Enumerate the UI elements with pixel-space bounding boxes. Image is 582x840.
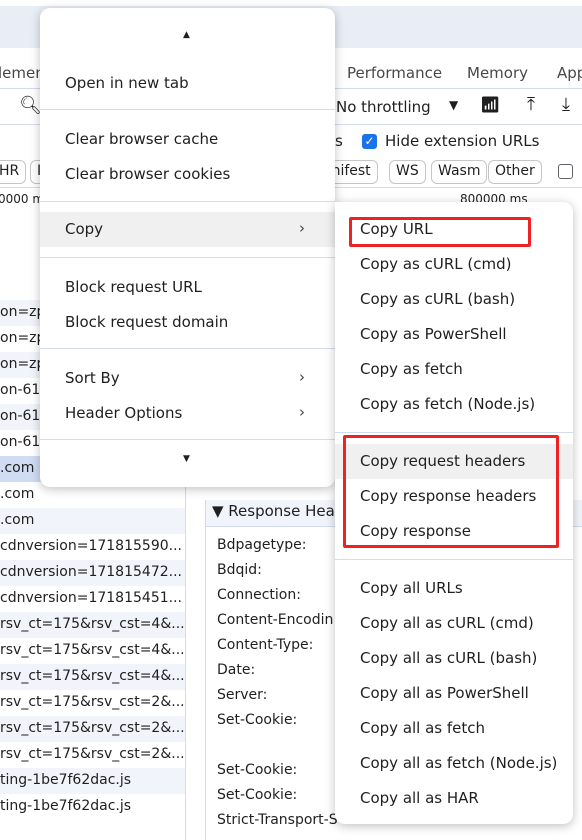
separator xyxy=(40,201,335,202)
request-row[interactable]: cdnversion=171815472... xyxy=(0,560,185,586)
throttling-select[interactable]: No throttling xyxy=(336,98,431,116)
copy-submenu: Copy URL Copy as cURL (cmd) Copy as cURL (… xyxy=(335,202,573,824)
tab-memory[interactable]: Memory xyxy=(467,64,528,82)
separator xyxy=(40,348,335,349)
chevron-right-icon: › xyxy=(299,403,305,421)
chevron-right-icon: › xyxy=(299,219,305,237)
chevron-down-icon[interactable]: ▼ xyxy=(449,98,458,112)
menu-clear-cache[interactable]: Clear browser cache xyxy=(40,122,335,157)
header-name: Server: xyxy=(217,687,268,703)
header-name: Strict-Transport-S xyxy=(217,812,338,828)
network-conditions-icon[interactable]: 📶︎ xyxy=(480,95,500,114)
header-name: Set-Cookie: xyxy=(217,712,298,728)
header-name: Date: xyxy=(217,662,256,678)
header-name: Content-Encodin xyxy=(217,612,334,628)
submenu-item[interactable]: Copy as PowerShell xyxy=(335,317,573,352)
menu-sort-by-label: Sort By xyxy=(65,369,120,387)
menu-copy-label: Copy xyxy=(65,220,104,238)
header-name: Bdqid: xyxy=(217,562,262,578)
submenu-item[interactable]: Copy all as fetch (Node.js) xyxy=(335,746,573,781)
request-row[interactable]: rsv_ct=175&rsv_cst=2&... xyxy=(0,690,185,716)
submenu-item[interactable]: Copy as fetch (Node.js) xyxy=(335,387,573,422)
request-row[interactable]: ting-1be7f62dac.js xyxy=(0,768,185,794)
tab-application[interactable]: App xyxy=(557,64,582,82)
header-name: Content-Type: xyxy=(217,637,314,653)
scroll-down-icon[interactable]: ▼ xyxy=(183,454,190,464)
highlight-box xyxy=(349,217,531,247)
hide-extension-urls-checkbox[interactable]: ✓ xyxy=(362,134,377,149)
highlight-box xyxy=(343,435,559,548)
separator xyxy=(40,257,335,258)
submenu-item[interactable]: Copy all as cURL (bash) xyxy=(335,641,573,676)
submenu-item[interactable]: Copy all as HAR xyxy=(335,781,573,816)
request-row[interactable]: ting-1be7f62dac.js xyxy=(0,794,185,820)
context-menu: ▲ Open in new tab Clear browser cache Cl… xyxy=(40,8,335,487)
header-name: Set-Cookie: xyxy=(217,762,298,778)
filter-label: s xyxy=(335,132,343,150)
download-icon[interactable]: ⤓ xyxy=(562,94,570,115)
menu-copy[interactable]: Copy › xyxy=(40,212,335,247)
timeline-label: 0000 m xyxy=(0,192,45,206)
scroll-up-icon[interactable]: ▲ xyxy=(183,30,190,40)
separator xyxy=(40,439,335,440)
menu-open-new-tab[interactable]: Open in new tab xyxy=(40,66,335,101)
submenu-item[interactable]: Copy all as cURL (cmd) xyxy=(335,606,573,641)
request-row[interactable]: rsv_ct=175&rsv_cst=4&... xyxy=(0,664,185,690)
menu-sort-by[interactable]: Sort By › xyxy=(40,361,335,396)
tab-elements[interactable]: lemen xyxy=(0,64,45,82)
submenu-item[interactable]: Copy as cURL (bash) xyxy=(335,282,573,317)
separator xyxy=(40,109,335,110)
submenu-item[interactable]: Copy all URLs xyxy=(335,571,573,606)
request-row[interactable]: .com xyxy=(0,508,185,534)
upload-icon[interactable]: ⤒ xyxy=(527,94,535,115)
chevron-right-icon: › xyxy=(299,368,305,386)
menu-clear-cookies[interactable]: Clear browser cookies xyxy=(40,157,335,192)
header-name: Bdpagetype: xyxy=(217,537,307,553)
header-name: Connection: xyxy=(217,587,301,603)
menu-header-options-label: Header Options xyxy=(65,404,183,422)
separator xyxy=(335,432,573,433)
header-name: Set-Cookie: xyxy=(217,787,298,803)
chip-ws[interactable]: WS xyxy=(389,160,426,184)
submenu-item[interactable]: Copy all as PowerShell xyxy=(335,676,573,711)
submenu-item[interactable]: Copy as fetch xyxy=(335,352,573,387)
tab-performance[interactable]: Performance xyxy=(347,64,442,82)
request-row[interactable]: cdnversion=171815451... xyxy=(0,586,185,612)
menu-header-options[interactable]: Header Options › xyxy=(40,396,335,431)
submenu-item[interactable]: Copy as cURL (cmd) xyxy=(335,247,573,282)
request-row[interactable]: rsv_ct=175&rsv_cst=2&... xyxy=(0,742,185,768)
request-row[interactable]: cdnversion=171815590... xyxy=(0,534,185,560)
menu-block-domain[interactable]: Block request domain xyxy=(40,305,335,340)
separator xyxy=(335,559,573,560)
hide-extension-urls-label: Hide extension URLs xyxy=(385,132,540,150)
search-icon[interactable]: 🔍︎ xyxy=(19,95,42,116)
request-row[interactable]: rsv_ct=175&rsv_cst=2&... xyxy=(0,716,185,742)
chip-xhr[interactable]: HR xyxy=(0,160,27,184)
submenu-item[interactable]: Copy all as fetch xyxy=(335,711,573,746)
chip-other[interactable]: Other xyxy=(488,160,542,184)
chip-wasm[interactable]: Wasm xyxy=(431,160,488,184)
request-row[interactable]: rsv_ct=175&rsv_cst=4&... xyxy=(0,638,185,664)
menu-block-url[interactable]: Block request URL xyxy=(40,270,335,305)
blocked-checkbox[interactable] xyxy=(558,164,573,179)
request-row[interactable]: rsv_ct=175&rsv_cst=4&... xyxy=(0,612,185,638)
